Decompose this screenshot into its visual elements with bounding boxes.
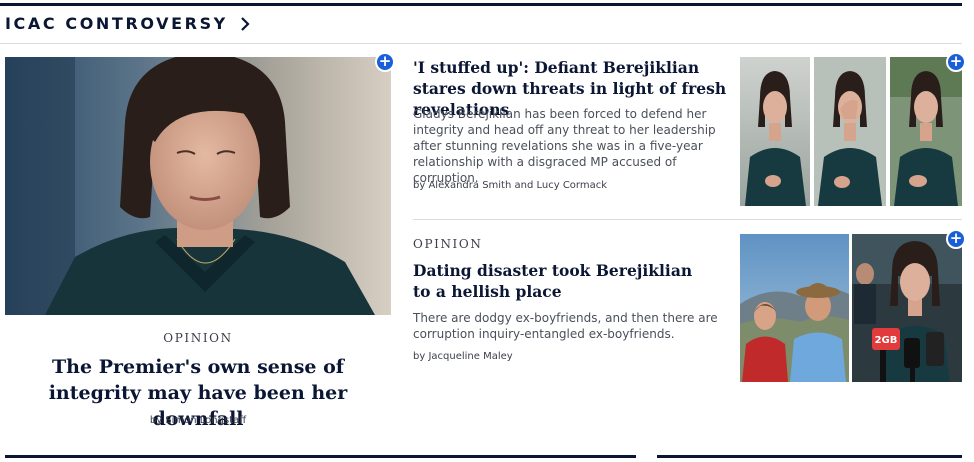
story1-save-plus-icon[interactable]: + xyxy=(946,52,966,72)
chevron-right-icon xyxy=(241,16,250,31)
section-header-link[interactable]: ICAC CONTROVERSY xyxy=(5,14,254,33)
section-title: ICAC CONTROVERSY xyxy=(5,14,228,33)
story-divider xyxy=(413,219,962,220)
story2-byline[interactable]: by Jacqueline Maley xyxy=(413,351,713,362)
lead-save-plus-icon[interactable]: + xyxy=(375,52,395,72)
microphone-label: 2GB xyxy=(875,335,898,346)
story2-save-plus-icon[interactable]: + xyxy=(946,229,966,249)
lead-kicker: OPINION xyxy=(163,331,233,345)
next-section-border-right xyxy=(657,455,962,458)
story2-kicker: OPINION xyxy=(413,237,483,251)
lead-byline[interactable]: by Simon Longstaff xyxy=(5,415,391,426)
story1-byline[interactable]: by Alexandra Smith and Lucy Cormack xyxy=(413,180,723,191)
story1-image[interactable] xyxy=(740,57,962,206)
story2-headline[interactable]: Dating disaster took Berejiklian to a he… xyxy=(413,260,713,302)
story2-image[interactable]: 2GB xyxy=(740,234,962,382)
lead-story-image[interactable] xyxy=(5,57,391,315)
section-divider xyxy=(0,43,962,44)
story2-summary: There are dodgy ex-boyfriends, and then … xyxy=(413,311,718,341)
top-border xyxy=(0,3,962,6)
next-section-border-left xyxy=(5,455,636,458)
story1-summary: Gladys Berejiklian has been forced to de… xyxy=(413,107,716,185)
